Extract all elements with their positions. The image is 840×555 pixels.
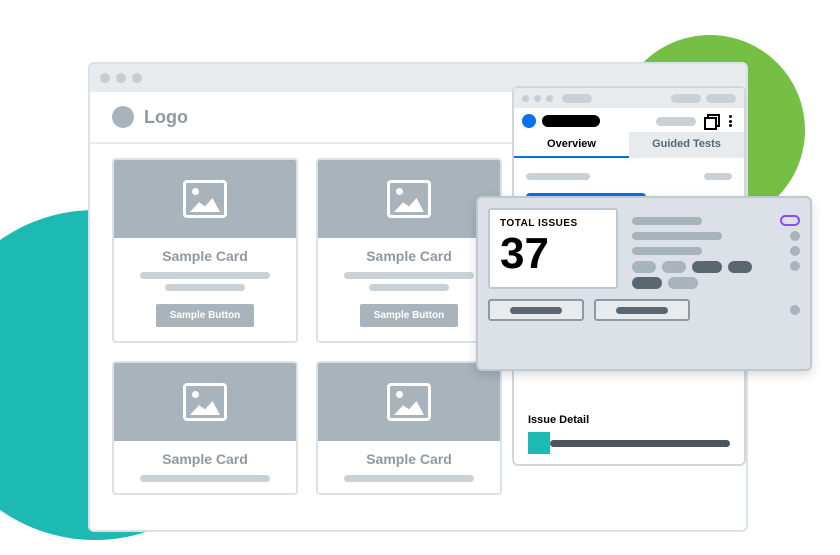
text-placeholder <box>140 272 270 279</box>
card-title: Sample Card <box>328 248 490 264</box>
metric-placeholder <box>632 232 722 240</box>
card-title: Sample Card <box>124 451 286 467</box>
tab-overview[interactable]: Overview <box>514 132 629 158</box>
chip[interactable] <box>632 261 656 273</box>
sample-card[interactable]: Sample Card <box>112 361 298 495</box>
results-popover: TOTAL ISSUES 37 <box>476 196 812 371</box>
text-placeholder <box>526 173 590 180</box>
action-button[interactable] <box>594 299 690 321</box>
extension-chrome <box>514 88 744 108</box>
sample-card[interactable]: Sample Card <box>316 361 502 495</box>
info-dot-icon[interactable] <box>790 261 800 271</box>
metric-placeholder <box>632 217 702 225</box>
chip-active[interactable] <box>632 277 662 289</box>
image-placeholder-icon <box>387 180 431 218</box>
chip-active[interactable] <box>728 261 752 273</box>
info-dot-icon[interactable] <box>790 246 800 256</box>
issue-detail-label: Issue Detail <box>528 414 730 426</box>
logo-icon <box>112 106 134 128</box>
card-image <box>114 363 296 441</box>
sample-card[interactable]: Sample Card Sample Button <box>316 158 502 343</box>
image-placeholder-icon <box>387 383 431 421</box>
action-button[interactable] <box>488 299 584 321</box>
placeholder <box>706 94 736 103</box>
text-placeholder <box>140 475 270 482</box>
image-placeholder-icon <box>183 180 227 218</box>
tab-guided-tests[interactable]: Guided Tests <box>629 132 744 158</box>
brand-dot-icon <box>522 114 536 128</box>
text-placeholder <box>344 272 474 279</box>
text-placeholder <box>344 475 474 482</box>
image-placeholder-icon <box>183 383 227 421</box>
chip[interactable] <box>668 277 698 289</box>
text-placeholder <box>369 284 449 291</box>
sample-card[interactable]: Sample Card Sample Button <box>112 158 298 343</box>
toolbar-placeholder <box>656 117 696 126</box>
logo-text: Logo <box>144 107 188 128</box>
card-title: Sample Card <box>124 248 286 264</box>
progress-marker[interactable] <box>528 432 550 454</box>
sample-button[interactable]: Sample Button <box>156 304 255 327</box>
status-badge <box>780 215 800 226</box>
copy-icon[interactable] <box>704 114 718 128</box>
card-image <box>318 160 500 238</box>
kebab-menu-icon[interactable] <box>724 114 736 128</box>
filter-chips <box>632 261 800 273</box>
traffic-light-icon <box>116 73 126 83</box>
info-dot-icon[interactable] <box>790 305 800 315</box>
traffic-light-icon <box>132 73 142 83</box>
card-image <box>318 363 500 441</box>
traffic-light-icon <box>522 95 529 102</box>
issue-detail-section: Issue Detail <box>514 404 744 464</box>
brand-name-placeholder <box>542 115 600 127</box>
total-issues-label: TOTAL ISSUES <box>500 218 606 229</box>
results-breakdown <box>632 208 800 289</box>
traffic-light-icon <box>534 95 541 102</box>
text-placeholder <box>704 173 732 180</box>
card-image <box>114 160 296 238</box>
placeholder <box>671 94 701 103</box>
traffic-light-icon <box>546 95 553 102</box>
text-placeholder <box>165 284 245 291</box>
issue-progress <box>528 432 730 454</box>
title-placeholder <box>562 94 592 103</box>
progress-track[interactable] <box>550 440 730 447</box>
total-issues-count: 37 <box>500 229 606 280</box>
metric-placeholder <box>632 247 702 255</box>
extension-tabs: Overview Guided Tests <box>514 132 744 158</box>
results-footer <box>488 299 800 321</box>
chip-active[interactable] <box>692 261 722 273</box>
traffic-light-icon <box>100 73 110 83</box>
chip[interactable] <box>662 261 686 273</box>
info-dot-icon[interactable] <box>790 231 800 241</box>
card-title: Sample Card <box>328 451 490 467</box>
total-issues-box: TOTAL ISSUES 37 <box>488 208 618 289</box>
extension-toolbar <box>514 108 744 132</box>
sample-button[interactable]: Sample Button <box>360 304 459 327</box>
